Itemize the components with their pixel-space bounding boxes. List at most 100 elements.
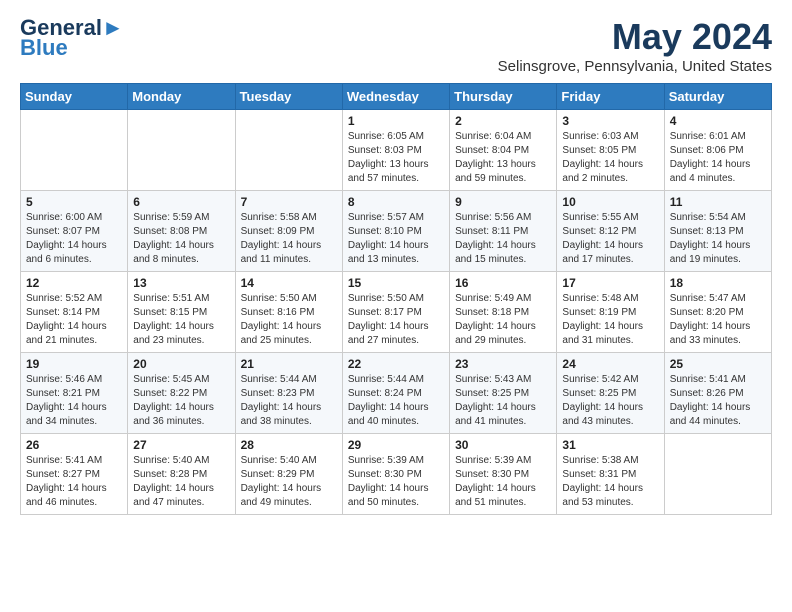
day-number: 7 [241,195,337,209]
cell-content: Sunrise: 5:45 AMSunset: 8:22 PMDaylight:… [133,373,229,429]
day-number: 8 [348,195,444,209]
calendar-header-row: SundayMondayTuesdayWednesdayThursdayFrid… [21,84,772,110]
cell-content: Sunrise: 5:42 AMSunset: 8:25 PMDaylight:… [562,373,658,429]
cell-content: Sunrise: 5:49 AMSunset: 8:18 PMDaylight:… [455,292,551,348]
calendar-cell: 6 Sunrise: 5:59 AMSunset: 8:08 PMDaylight… [128,191,235,272]
calendar-cell: 1Sunrise: 6:05 AMSunset: 8:03 PMDaylight… [342,110,449,191]
day-number: 19 [26,357,122,371]
calendar-cell: 27 Sunrise: 5:40 AMSunset: 8:28 PMDayligh… [128,434,235,515]
day-number: 3 [562,114,658,128]
calendar-cell: 24 Sunrise: 5:42 AMSunset: 8:25 PMDayligh… [557,353,664,434]
calendar-cell: 9Sunrise: 5:56 AMSunset: 8:11 PMDaylight… [450,191,557,272]
day-number: 30 [455,438,551,452]
day-number: 5 [26,195,122,209]
day-number: 6 [133,195,229,209]
calendar-week-2: 5 Sunrise: 6:00 AMSunset: 8:07 PMDaylight… [21,191,772,272]
cell-content: Sunrise: 6:01 AMSunset: 8:06 PMDaylight:… [670,130,766,186]
day-number: 11 [670,195,766,209]
subtitle: Selinsgrove, Pennsylvania, United States [498,58,772,75]
cell-content: Sunrise: 5:46 AMSunset: 8:21 PMDaylight:… [26,373,122,429]
cell-content: Sunrise: 5:41 AMSunset: 8:27 PMDaylight:… [26,454,122,510]
calendar-cell [664,434,771,515]
cell-content: Sunrise: 5:40 AMSunset: 8:28 PMDaylight:… [133,454,229,510]
calendar-cell: 25 Sunrise: 5:41 AMSunset: 8:26 PMDayligh… [664,353,771,434]
cell-content: Sunrise: 5:51 AMSunset: 8:15 PMDaylight:… [133,292,229,348]
calendar-cell [128,110,235,191]
cell-content: Sunrise: 5:55 AMSunset: 8:12 PMDaylight:… [562,211,658,267]
calendar-cell: 23 Sunrise: 5:43 AMSunset: 8:25 PMDayligh… [450,353,557,434]
day-number: 24 [562,357,658,371]
day-header-sunday: Sunday [21,84,128,110]
day-number: 10 [562,195,658,209]
day-number: 12 [26,276,122,290]
calendar-cell: 5 Sunrise: 6:00 AMSunset: 8:07 PMDaylight… [21,191,128,272]
calendar-cell: 21 Sunrise: 5:44 AMSunset: 8:23 PMDayligh… [235,353,342,434]
calendar-week-4: 19 Sunrise: 5:46 AMSunset: 8:21 PMDayligh… [21,353,772,434]
day-header-thursday: Thursday [450,84,557,110]
cell-content: Sunrise: 5:50 AMSunset: 8:17 PMDaylight:… [348,292,444,348]
calendar-week-1: 1Sunrise: 6:05 AMSunset: 8:03 PMDaylight… [21,110,772,191]
day-number: 18 [670,276,766,290]
cell-content: Sunrise: 5:48 AMSunset: 8:19 PMDaylight:… [562,292,658,348]
cell-content: Sunrise: 6:00 AMSunset: 8:07 PMDaylight:… [26,211,122,267]
calendar-cell: 30 Sunrise: 5:39 AMSunset: 8:30 PMDayligh… [450,434,557,515]
page-header: General► Blue May 2024 Selinsgrove, Penn… [20,16,772,75]
cell-content: Sunrise: 6:05 AMSunset: 8:03 PMDaylight:… [348,130,444,186]
calendar-cell [21,110,128,191]
calendar-cell: 28 Sunrise: 5:40 AMSunset: 8:29 PMDayligh… [235,434,342,515]
logo-text-blue: Blue [20,36,68,60]
cell-content: Sunrise: 5:44 AMSunset: 8:24 PMDaylight:… [348,373,444,429]
day-number: 23 [455,357,551,371]
calendar-week-5: 26 Sunrise: 5:41 AMSunset: 8:27 PMDayligh… [21,434,772,515]
calendar-cell: 4 Sunrise: 6:01 AMSunset: 8:06 PMDaylight… [664,110,771,191]
calendar-cell: 7Sunrise: 5:58 AMSunset: 8:09 PMDaylight… [235,191,342,272]
cell-content: Sunrise: 5:41 AMSunset: 8:26 PMDaylight:… [670,373,766,429]
day-number: 28 [241,438,337,452]
day-number: 31 [562,438,658,452]
calendar-cell: 11Sunrise: 5:54 AMSunset: 8:13 PMDayligh… [664,191,771,272]
cell-content: Sunrise: 6:03 AMSunset: 8:05 PMDaylight:… [562,130,658,186]
calendar-cell: 31 Sunrise: 5:38 AMSunset: 8:31 PMDayligh… [557,434,664,515]
day-header-monday: Monday [128,84,235,110]
day-number: 14 [241,276,337,290]
calendar-cell [235,110,342,191]
cell-content: Sunrise: 5:38 AMSunset: 8:31 PMDaylight:… [562,454,658,510]
main-title: May 2024 [498,16,772,58]
day-number: 16 [455,276,551,290]
day-number: 15 [348,276,444,290]
day-header-saturday: Saturday [664,84,771,110]
cell-content: Sunrise: 5:44 AMSunset: 8:23 PMDaylight:… [241,373,337,429]
day-header-friday: Friday [557,84,664,110]
calendar-cell: 16 Sunrise: 5:49 AMSunset: 8:18 PMDayligh… [450,272,557,353]
day-number: 9 [455,195,551,209]
calendar-cell: 19 Sunrise: 5:46 AMSunset: 8:21 PMDayligh… [21,353,128,434]
calendar-table: SundayMondayTuesdayWednesdayThursdayFrid… [20,83,772,515]
day-number: 17 [562,276,658,290]
cell-content: Sunrise: 6:04 AMSunset: 8:04 PMDaylight:… [455,130,551,186]
cell-content: Sunrise: 5:59 AMSunset: 8:08 PMDaylight:… [133,211,229,267]
day-number: 27 [133,438,229,452]
cell-content: Sunrise: 5:40 AMSunset: 8:29 PMDaylight:… [241,454,337,510]
day-number: 25 [670,357,766,371]
cell-content: Sunrise: 5:39 AMSunset: 8:30 PMDaylight:… [455,454,551,510]
day-number: 4 [670,114,766,128]
cell-content: Sunrise: 5:57 AMSunset: 8:10 PMDaylight:… [348,211,444,267]
day-number: 2 [455,114,551,128]
day-number: 29 [348,438,444,452]
day-number: 26 [26,438,122,452]
calendar-cell: 15 Sunrise: 5:50 AMSunset: 8:17 PMDayligh… [342,272,449,353]
calendar-cell: 29 Sunrise: 5:39 AMSunset: 8:30 PMDayligh… [342,434,449,515]
day-number: 21 [241,357,337,371]
calendar-cell: 18 Sunrise: 5:47 AMSunset: 8:20 PMDayligh… [664,272,771,353]
cell-content: Sunrise: 5:43 AMSunset: 8:25 PMDaylight:… [455,373,551,429]
day-number: 20 [133,357,229,371]
calendar-cell: 22 Sunrise: 5:44 AMSunset: 8:24 PMDayligh… [342,353,449,434]
cell-content: Sunrise: 5:47 AMSunset: 8:20 PMDaylight:… [670,292,766,348]
cell-content: Sunrise: 5:50 AMSunset: 8:16 PMDaylight:… [241,292,337,348]
calendar-cell: 8 Sunrise: 5:57 AMSunset: 8:10 PMDaylight… [342,191,449,272]
day-header-wednesday: Wednesday [342,84,449,110]
day-number: 22 [348,357,444,371]
calendar-cell: 26 Sunrise: 5:41 AMSunset: 8:27 PMDayligh… [21,434,128,515]
day-number: 13 [133,276,229,290]
cell-content: Sunrise: 5:39 AMSunset: 8:30 PMDaylight:… [348,454,444,510]
